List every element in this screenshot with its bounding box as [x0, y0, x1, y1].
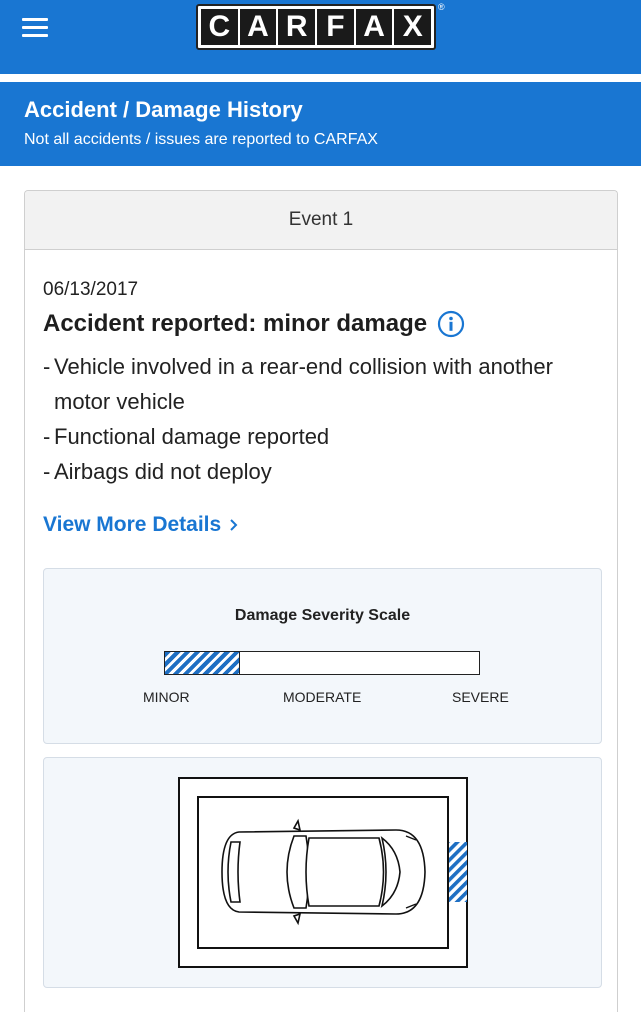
- chevron-right-icon: [230, 519, 238, 531]
- section-header: Accident / Damage History Not all accide…: [0, 82, 641, 166]
- logo-letter: A: [355, 9, 393, 45]
- scale-label-moderate: MODERATE: [283, 689, 362, 705]
- scale-title: Damage Severity Scale: [234, 607, 411, 624]
- list-item: - Functional damage reported: [43, 419, 603, 454]
- scale-label-minor: MINOR: [143, 689, 190, 705]
- top-bar: C A R F A X ®: [0, 0, 641, 74]
- damage-zone-rear: [449, 842, 467, 902]
- event-card: Event 1 06/13/2017 Accident reported: mi…: [24, 190, 618, 1012]
- event-title: Accident reported: minor damage: [43, 310, 428, 337]
- event-heading: Event 1: [25, 191, 617, 250]
- list-item-text: Airbags did not deploy: [54, 459, 272, 484]
- section-title: Accident / Damage History: [24, 97, 303, 122]
- registered-mark: ®: [438, 2, 445, 12]
- severity-bar: [164, 651, 480, 675]
- event-details-list: - Vehicle involved in a rear-end collisio…: [43, 349, 603, 489]
- list-item-text: Vehicle involved in a rear-end collision…: [54, 354, 553, 414]
- view-more-details-link[interactable]: View More Details: [43, 513, 239, 537]
- logo-letter: X: [394, 9, 432, 45]
- logo-letter: R: [278, 9, 316, 45]
- list-item: - Vehicle involved in a rear-end collisio…: [43, 349, 603, 419]
- carfax-logo[interactable]: C A R F A X: [196, 4, 436, 50]
- list-item-text: Functional damage reported: [54, 424, 330, 449]
- damage-severity-scale: Damage Severity Scale MINOR MODERATE SEV…: [43, 568, 602, 744]
- section-subtitle: Not all accidents / issues are reported …: [24, 131, 378, 148]
- damage-location-diagram: [43, 757, 602, 988]
- scale-label-severe: SEVERE: [452, 689, 509, 705]
- info-icon[interactable]: [437, 310, 465, 338]
- divider: [0, 74, 641, 82]
- hamburger-menu-icon[interactable]: [22, 16, 50, 38]
- severity-fill: [165, 652, 241, 674]
- view-more-details-label: View More Details: [43, 513, 222, 536]
- list-item: - Airbags did not deploy: [43, 454, 603, 489]
- logo-letter: A: [239, 9, 277, 45]
- logo-letter: F: [317, 9, 354, 45]
- car-top-view-icon: [178, 777, 468, 968]
- event-date: 06/13/2017: [43, 279, 139, 300]
- event-title-row: Accident reported: minor damage: [43, 310, 465, 338]
- logo-letter: C: [201, 9, 238, 45]
